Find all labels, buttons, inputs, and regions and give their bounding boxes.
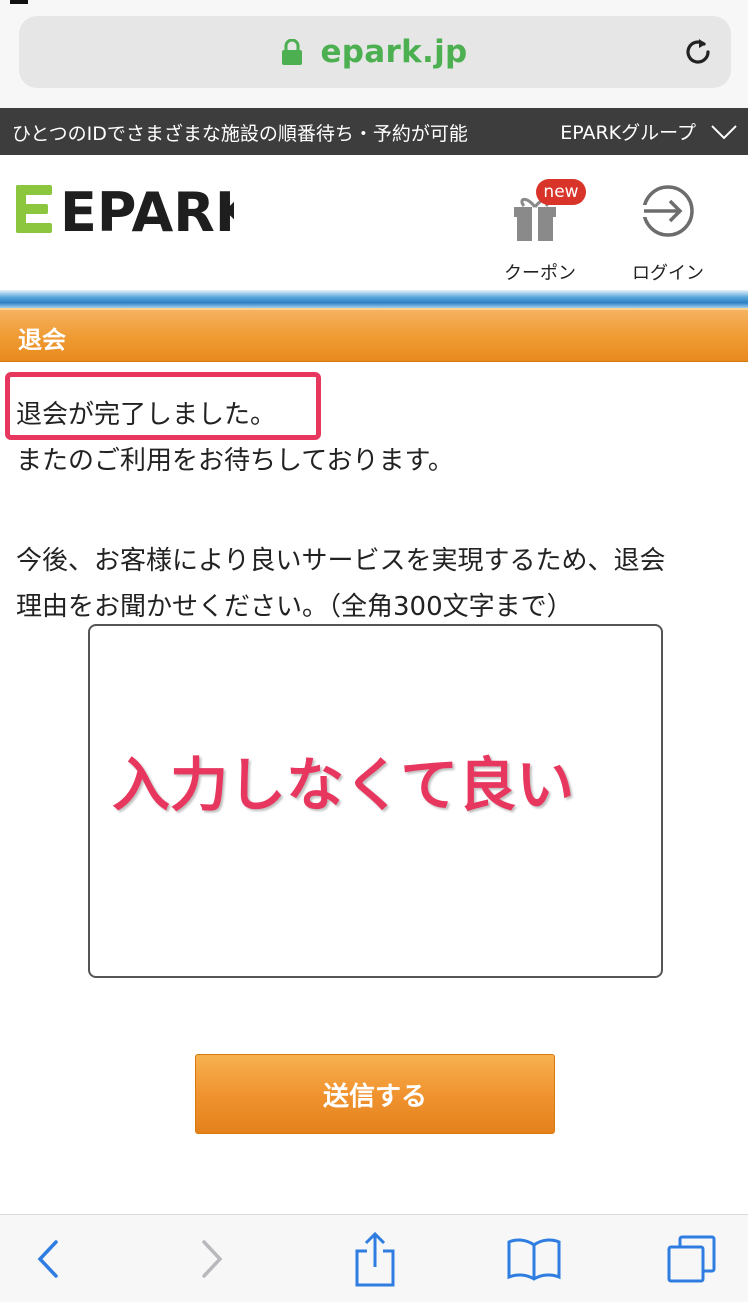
completed-message: 退会が完了しました。 (16, 400, 277, 430)
chevron-down-icon (711, 124, 737, 139)
forward-chevron-icon (202, 1240, 223, 1278)
page-title: 退会 (18, 326, 66, 354)
back-button[interactable] (28, 1237, 68, 1281)
tabs-icon (667, 1235, 716, 1283)
group-link-label: EPARKグループ (560, 122, 696, 144)
reason-prompt-line2: 理由をお聞かせください。（全角300文字まで） (16, 592, 573, 622)
bookmarks-icon (507, 1238, 561, 1281)
logo-text: EPARK (60, 183, 234, 235)
site-header: EPARK new クーポン ログイン (0, 155, 748, 290)
bookmarks-button[interactable] (504, 1237, 564, 1281)
coupon-label: クーポン (504, 263, 576, 284)
lock-icon (282, 39, 303, 65)
epark-logo[interactable]: EPARK (16, 183, 234, 235)
login-arrow-icon (642, 185, 694, 237)
header-stripe (0, 290, 748, 308)
group-tagline: ひとつのIDでさまざまな施設の順番待ち・予約が可能 (12, 123, 468, 145)
status-indicator (10, 0, 28, 4)
new-badge: new (536, 179, 586, 205)
address-bar[interactable]: epark.jp (19, 16, 731, 88)
group-menu-toggle[interactable]: EPARKグループ (560, 118, 738, 145)
share-button[interactable] (350, 1229, 400, 1289)
wait-message: またのご利用をお待ちしております。 (16, 446, 454, 476)
address-bar-content: epark.jp (19, 16, 731, 88)
forward-button[interactable] (192, 1237, 232, 1281)
annotation-text: 入力しなくて良い (112, 751, 575, 819)
reload-icon[interactable] (681, 35, 715, 69)
url-text: epark.jp (320, 34, 468, 70)
browser-top-bar: epark.jp (0, 0, 748, 108)
reason-prompt-line1: 今後、お客様により良いサービスを実現するため、退会 (16, 546, 666, 576)
login-button[interactable]: ログイン (622, 179, 714, 289)
login-label: ログイン (632, 263, 704, 284)
page-title-bar: 退会 (0, 308, 748, 362)
submit-button[interactable]: 送信する (195, 1054, 555, 1134)
back-chevron-icon (37, 1240, 58, 1278)
browser-toolbar (0, 1214, 748, 1302)
coupon-button[interactable]: new クーポン (498, 179, 586, 289)
group-bar: ひとつのIDでさまざまな施設の順番待ち・予約が可能 EPARKグループ (0, 108, 748, 155)
tabs-button[interactable] (664, 1235, 720, 1283)
share-icon (355, 1231, 395, 1287)
